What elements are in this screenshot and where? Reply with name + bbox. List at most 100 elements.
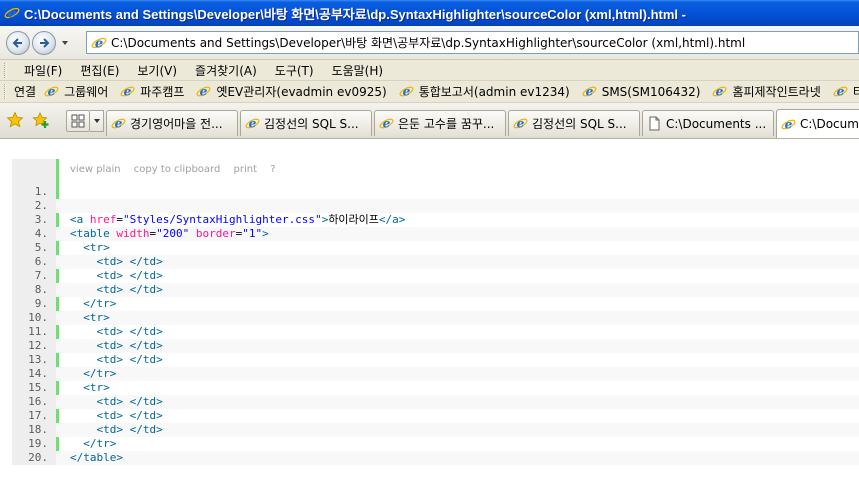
address-input[interactable] — [111, 35, 851, 50]
menu-tools[interactable]: 도구(T) — [266, 62, 323, 79]
line-number: 7. — [34, 269, 48, 282]
forward-button[interactable] — [32, 31, 56, 55]
tab-list-button[interactable] — [90, 110, 104, 132]
menu-bar: 파일(F) 편집(E) 보기(V) 즐겨찾기(A) 도구(T) 도움말(H) — [0, 60, 859, 81]
link-label: SMS(SM106432) — [601, 84, 701, 99]
add-favorite-icon[interactable] — [32, 111, 50, 129]
back-button[interactable] — [6, 31, 30, 55]
line-number: 5. — [34, 241, 48, 254]
tab-4[interactable]: 김정선의 SQL S... — [508, 110, 640, 136]
code-line: 13. <td> </td> — [12, 353, 859, 367]
code-token-val: "1" — [242, 227, 263, 240]
code-text: <tr> — [70, 381, 110, 395]
tab-label: 은둔 고수를 꿈꾸... — [398, 117, 495, 131]
code-line: 15. <tr> — [12, 381, 859, 395]
code-token-tag: <a — [70, 213, 90, 226]
code-text: </tr> — [70, 437, 116, 451]
code-line: 7. <td> </td> — [12, 269, 859, 283]
code-line: 5. <tr> — [12, 241, 859, 255]
line-number: 3. — [34, 213, 48, 226]
link-item[interactable]: 옛EV관리자(evadmin ev0925) — [196, 83, 387, 100]
tab-label: C:\Documents ... — [666, 116, 767, 131]
menu-favorites[interactable]: 즐겨찾기(A) — [186, 62, 266, 79]
code-token-val: "200" — [156, 227, 190, 240]
code-text: <tr> — [70, 241, 110, 255]
quick-tabs-button[interactable] — [66, 110, 90, 132]
menu-file[interactable]: 파일(F) — [15, 62, 71, 79]
favorites-star-icon[interactable] — [6, 111, 24, 129]
code-line: 19. </tr> — [12, 437, 859, 451]
code-token-tag: <td> — [96, 283, 124, 296]
line-number: 2. — [34, 199, 48, 212]
line-number: 8. — [34, 283, 48, 296]
link-label: 통합보고서(admin ev1234) — [418, 85, 570, 99]
code-token-tag: <td> — [96, 255, 124, 268]
view-plain-link[interactable]: view plain — [70, 164, 121, 175]
link-label: 그룹웨어 — [64, 85, 109, 99]
ie-page-icon — [513, 116, 528, 131]
tab-6-active[interactable]: C:\Documents — [776, 109, 859, 138]
link-label: 파주캠프 — [140, 85, 185, 99]
link-label: 옛EV관리자(evadmin ev0925) — [216, 85, 387, 99]
menu-view[interactable]: 보기(V) — [128, 62, 186, 79]
link-item[interactable]: SMS(SM106432) — [582, 84, 701, 99]
menu-edit[interactable]: 편집(E) — [71, 62, 128, 79]
title-bar[interactable]: C:\Documents and Settings\Developer\바탕 화… — [0, 0, 859, 26]
code-line: 17. <td> </td> — [12, 409, 859, 423]
address-bar[interactable] — [86, 31, 859, 54]
tab-label: 김정선의 SQL S... — [532, 117, 627, 131]
code-token-tag: <tr> — [83, 241, 110, 254]
ie-page-icon — [245, 116, 260, 131]
arrow-left-icon — [12, 38, 22, 48]
code-line: 20. </table> — [12, 451, 859, 465]
code-line: 6. <td> </td> — [12, 255, 859, 269]
link-item[interactable]: 통합보고서(admin ev1234) — [399, 83, 570, 100]
code-text: <a href="Styles/SyntaxHighlighter.css">하… — [70, 213, 405, 227]
arrow-right-icon — [40, 38, 50, 48]
code-token-tag: <td> — [96, 423, 124, 436]
line-number: 13. — [28, 353, 48, 366]
tab-5[interactable]: C:\Documents ... — [642, 110, 774, 136]
copy-to-clipboard-link[interactable]: copy to clipboard — [134, 164, 221, 175]
links-grip[interactable] — [4, 84, 6, 99]
recent-pages-dropdown-icon[interactable] — [60, 38, 70, 48]
print-link[interactable]: print — [234, 164, 258, 175]
tab-3[interactable]: 은둔 고수를 꿈꾸... — [374, 110, 506, 136]
code-token-tag: <table — [70, 227, 117, 240]
link-item[interactable]: 티켓 — [833, 83, 859, 100]
tab-bar: 경기영어마을 전... 김정선의 SQL S... 은둔 고수를 꿈꾸... 김… — [0, 103, 859, 139]
link-item[interactable]: 그룹웨어 — [44, 83, 108, 100]
code-text: <td> </td> — [70, 283, 163, 297]
code-token-tag: <td> — [96, 395, 124, 408]
menu-help[interactable]: 도움말(H) — [323, 62, 393, 79]
line-number: 6. — [34, 255, 48, 268]
link-item[interactable]: 파주캠프 — [120, 83, 184, 100]
code-text: </table> — [70, 451, 123, 465]
tab-label: C:\Documents — [800, 117, 859, 131]
line-number: 18. — [28, 423, 48, 436]
code-token-val: "Styles/SyntaxHighlighter.css" — [123, 213, 322, 226]
toolbar-grip[interactable] — [4, 62, 7, 78]
help-link[interactable]: ? — [270, 164, 275, 175]
ie-page-icon — [379, 116, 394, 131]
ie-page-icon — [781, 117, 796, 132]
link-item[interactable]: 홈피제작인트라넷 — [712, 83, 821, 100]
tab-2[interactable]: 김정선의 SQL S... — [240, 110, 372, 136]
code-text: <td> </td> — [70, 409, 163, 423]
code-text: <td> </td> — [70, 269, 163, 283]
tab-1[interactable]: 경기영어마을 전... — [106, 110, 238, 136]
